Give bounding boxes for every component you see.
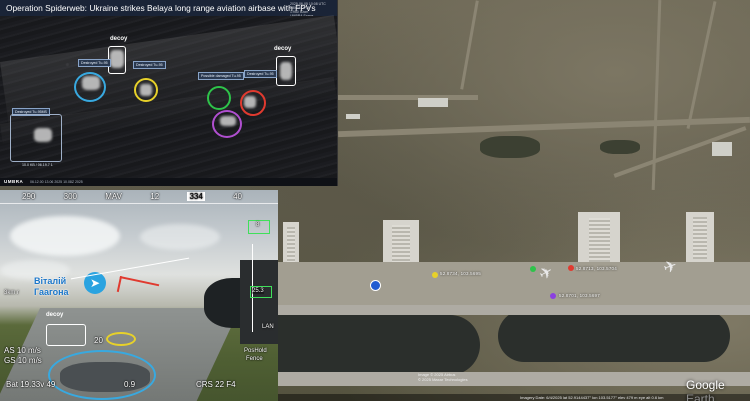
channel-name-line: Віталій [34,276,67,286]
hud-value: 290 [22,192,36,201]
highlight-ring-yellow [106,332,136,346]
hud-value: 8 [256,222,260,228]
hud-left-readout: 3km r [4,290,19,296]
hud-top-line [0,203,278,204]
annotation-label: Destroyed Tu-95 [133,61,166,69]
horizon-line [70,257,190,280]
decoy-label: decoy [274,46,292,52]
hud-heading-scale: 290 300 MAV 12 334 40 [22,192,242,201]
copyright-line: © 2025 Maxar Technologies [418,377,468,382]
copyright-text: Image © 2025 Airbus © 2025 Maxar Technol… [418,372,468,382]
hud-value: MAV [105,192,122,201]
fpv-drone-feed: 290 300 MAV 12 334 40 ➤ Віталій Гаагона … [0,190,278,401]
channel-name: Віталій Гаагона [34,276,69,298]
annotation-label: Possible damaged Tu-95 [198,72,244,80]
building [712,142,732,156]
decoy-box [46,324,86,346]
hud-battery: Bat 19.33v 49 [6,380,56,389]
taxiway [278,372,750,386]
channel-name-line: Гаагона [34,287,69,297]
hud-value: 12 [150,192,160,201]
hud-airspeed: AS 10 m/s [4,346,41,355]
cloud [140,224,220,250]
road [686,1,717,129]
hud-readout: 20 [94,336,103,345]
hud-value: 0.9 [124,380,136,389]
hud-flight-mode: PosHold [244,348,267,354]
tree-cluster [600,140,640,154]
hud-value: 40 [233,192,242,201]
hud-link: LAN [262,324,274,330]
thermal-image-panel: Operation Spiderweb: Ukraine strikes Bel… [0,0,338,186]
decoy-box [108,46,126,74]
aircraft-shelter [578,212,620,267]
placemark-icon[interactable] [370,280,381,291]
target-marker [116,276,160,300]
annotation-label: Destroyed Tu-95 [78,59,111,67]
building [346,114,360,119]
highlight-ring-blue [48,350,156,400]
footer-detail: 06.12.00 13.06 2025 10.08Z 2025 [30,180,83,184]
runway [278,305,750,315]
marker-red[interactable] [568,265,574,271]
coordinate-label: 52.8701, 103.5697 [559,293,600,298]
highlight-ring-purple [212,110,242,138]
aircraft-shelter [686,212,714,264]
coordinate-label: 52.8734, 103.5695 [440,271,481,276]
inset-caption: 10.0 KB / 06.19.7 1 [22,163,53,167]
highlight-ring-red [240,90,266,116]
annotation-label: Destroyed Tu-95 [244,70,277,78]
decoy-label: decoy [46,312,64,318]
umbra-logo: UMBRA [4,179,24,184]
cloud [10,216,120,256]
tree-cluster [480,136,540,158]
highlight-ring-yellow [134,78,158,102]
hud-green-box [250,286,272,298]
status-bar-text: Imagery Date: 6/4/2025 lat 52.9144437° l… [520,395,664,400]
highlight-ring-green [207,86,231,110]
hud-fence: Fence [246,356,263,362]
panel-title: Operation Spiderweb: Ukraine strikes Bel… [6,3,316,13]
highlight-ring-blue [74,72,106,102]
road [460,0,479,90]
status-bar [278,394,750,401]
hud-value: 300 [63,192,77,201]
decoy-box [276,56,296,86]
marker-yellow[interactable] [432,272,438,278]
grass-infield [278,315,480,375]
marker-purple[interactable] [550,293,556,299]
apron [278,262,750,307]
inset-box [10,114,62,162]
hud-heading: 334 [187,192,205,201]
grass-infield [498,310,730,362]
hud-groundspeed: GS 10 m/s [4,356,42,365]
decoy-label: decoy [110,36,128,42]
road [338,95,478,100]
building [418,98,448,107]
coordinate-label: 52.8713, 103.5704 [576,266,617,271]
hud-course: CRS 22 F4 [196,380,236,389]
